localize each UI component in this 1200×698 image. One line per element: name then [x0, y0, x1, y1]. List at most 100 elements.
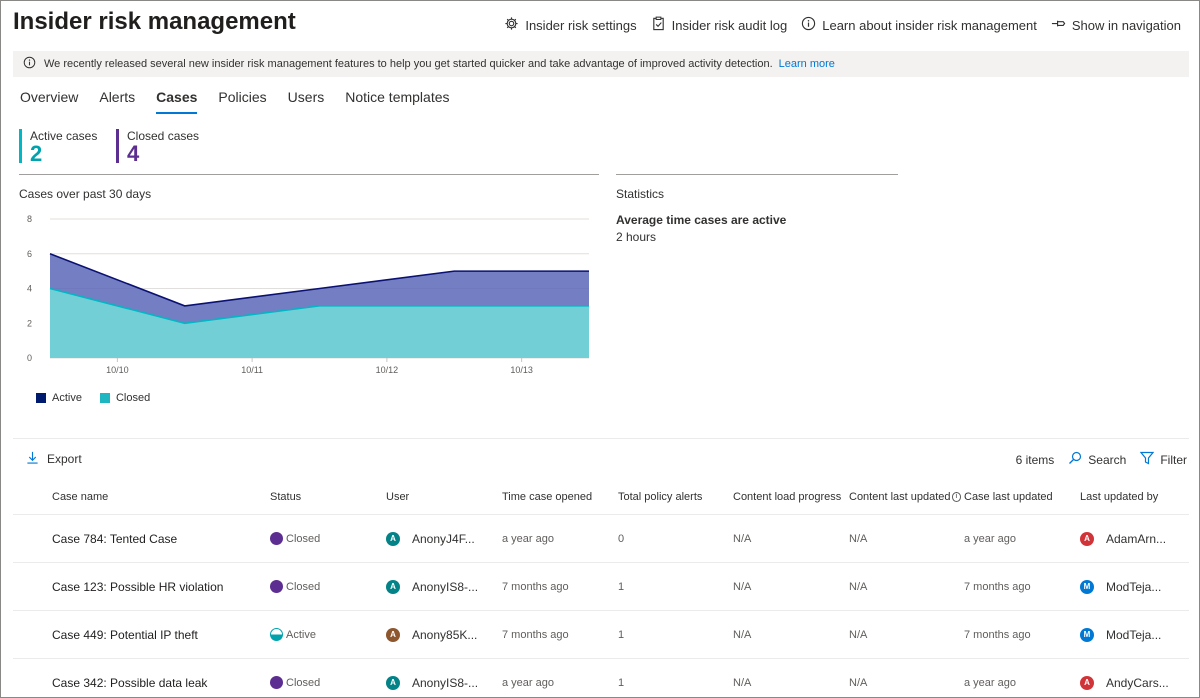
status-text: Closed	[286, 532, 321, 545]
tab-policies[interactable]: Policies	[218, 89, 266, 114]
active-cases-kpi[interactable]: Active cases 2	[19, 129, 97, 165]
case-name[interactable]: Case 449: Potential IP theft	[52, 611, 262, 658]
table-row[interactable]: Case 784: Tented Case Closed A AnonyJ4F..…	[13, 515, 1189, 563]
pin-icon	[1051, 16, 1066, 34]
column-header-user[interactable]: User	[386, 479, 496, 514]
page-title: Insider risk management	[13, 8, 296, 35]
info-icon[interactable]: i	[951, 491, 961, 502]
user-name: AnonyJ4F...	[412, 531, 475, 546]
content-load: N/A	[733, 532, 752, 545]
time-opened: 7 months ago	[502, 580, 569, 593]
gear-icon	[504, 16, 519, 34]
x-tick-label: 10/13	[510, 365, 533, 375]
x-tick-label: 10/11	[241, 365, 263, 375]
x-tick-label: 10/12	[376, 365, 399, 375]
learn-about-link[interactable]: Learn about insider risk management	[801, 16, 1037, 34]
content-load: N/A	[733, 676, 752, 689]
info-banner: We recently released several new insider…	[13, 51, 1189, 77]
column-header-case-name[interactable]: Case name	[52, 479, 262, 514]
insider-risk-settings-link[interactable]: Insider risk settings	[504, 16, 637, 34]
legend-swatch-active	[36, 393, 46, 403]
column-header-updated-by[interactable]: Last updated by	[1080, 479, 1188, 514]
filter-button[interactable]: Filter	[1140, 451, 1187, 468]
avatar: A	[386, 627, 400, 642]
case-name[interactable]: Case 123: Possible HR violation	[52, 563, 262, 610]
column-header-content-load[interactable]: Content load progress	[733, 479, 845, 514]
table-row[interactable]: Case 123: Possible HR violation Closed A…	[13, 563, 1189, 611]
status-text: Closed	[286, 676, 321, 689]
show-in-navigation-link[interactable]: Show in navigation	[1051, 16, 1181, 34]
show-in-navigation-label: Show in navigation	[1071, 17, 1181, 33]
user-name: AnonyIS8-...	[412, 675, 479, 690]
legend-label-closed: Closed	[115, 392, 151, 404]
case-name[interactable]: Case 784: Tented Case	[52, 515, 262, 562]
search-button[interactable]: Search	[1068, 451, 1126, 468]
closed-cases-kpi[interactable]: Closed cases 4	[116, 129, 199, 165]
updated-by-cell: M ModTeja...	[1080, 563, 1188, 610]
info-icon	[23, 56, 44, 72]
case-name[interactable]: Case 342: Possible data leak	[52, 659, 262, 697]
cases-table: Case name Status User Time case opened T…	[13, 479, 1189, 697]
banner-text: We recently released several new insider…	[44, 58, 773, 70]
clipboard-icon	[651, 16, 666, 34]
active-status-icon	[270, 628, 283, 641]
export-button[interactable]: Export	[26, 451, 82, 467]
updated-by-name: AndyCars...	[1106, 675, 1169, 690]
column-header-policy-alerts[interactable]: Total policy alerts	[618, 479, 728, 514]
avatar: A	[386, 531, 400, 546]
content-updated: N/A	[849, 628, 868, 641]
closed-status-icon	[270, 580, 283, 593]
y-tick-label: 2	[27, 318, 32, 328]
user-name: AnonyIS8-...	[412, 579, 479, 594]
policy-alerts: 1	[618, 628, 625, 641]
policy-alerts: 1	[618, 580, 625, 593]
y-tick-label: 6	[27, 249, 32, 259]
avatar: A	[1080, 675, 1094, 690]
tab-alerts[interactable]: Alerts	[99, 89, 135, 114]
statistics-title: Statistics	[616, 187, 665, 201]
user-name: Anony85K...	[412, 627, 478, 642]
case-updated: 7 months ago	[964, 628, 1031, 641]
avatar: M	[1080, 579, 1094, 594]
closed-status-icon	[270, 532, 283, 545]
y-tick-label: 4	[27, 284, 32, 294]
policy-alerts: 0	[618, 532, 625, 545]
column-header-content-updated[interactable]: Content last updated i	[849, 479, 961, 514]
tab-cases[interactable]: Cases	[156, 89, 198, 114]
updated-by-cell: M ModTeja...	[1080, 611, 1188, 658]
legend-label-active: Active	[52, 392, 82, 404]
status-cell: Closed	[270, 563, 380, 610]
column-header-case-updated[interactable]: Case last updated	[964, 479, 1076, 514]
stats-divider	[616, 174, 898, 175]
legend-swatch-closed	[99, 393, 110, 403]
items-count: 6 items	[1015, 452, 1055, 467]
table-row[interactable]: Case 342: Possible data leak Closed A Ano…	[13, 659, 1189, 697]
column-header-status[interactable]: Status	[270, 479, 380, 514]
avatar: A	[386, 675, 400, 690]
status-text: Active	[286, 628, 316, 641]
audit-log-link[interactable]: Insider risk audit log	[651, 16, 787, 34]
user-cell: A AnonyJ4F...	[386, 515, 496, 562]
y-tick-label: 8	[27, 214, 32, 224]
legend-item-closed[interactable]: Closed	[99, 392, 151, 404]
table-commands: 6 items Search Filter	[1016, 451, 1187, 468]
time-opened: 7 months ago	[502, 628, 569, 641]
table-row[interactable]: Case 449: Potential IP theft Active A Ano…	[13, 611, 1189, 659]
content-load: N/A	[733, 580, 752, 593]
search-icon	[1068, 451, 1082, 468]
learn-more-link[interactable]: Learn more	[779, 58, 835, 70]
updated-by-name: AdamArn...	[1106, 531, 1167, 546]
column-header-time-opened[interactable]: Time case opened	[502, 479, 612, 514]
tab-users[interactable]: Users	[288, 89, 325, 114]
updated-by-name: ModTeja...	[1106, 627, 1162, 642]
case-updated: a year ago	[964, 676, 1016, 689]
learn-about-label: Learn about insider risk management	[822, 17, 1037, 33]
avatar: A	[386, 579, 400, 594]
tab-notice-templates[interactable]: Notice templates	[345, 89, 449, 114]
user-cell: A AnonyIS8-...	[386, 563, 496, 610]
user-cell: A AnonyIS8-...	[386, 659, 496, 697]
legend-item-active[interactable]: Active	[36, 392, 82, 404]
avatar: A	[1080, 531, 1094, 546]
info-icon	[801, 16, 816, 34]
tab-overview[interactable]: Overview	[20, 89, 78, 114]
